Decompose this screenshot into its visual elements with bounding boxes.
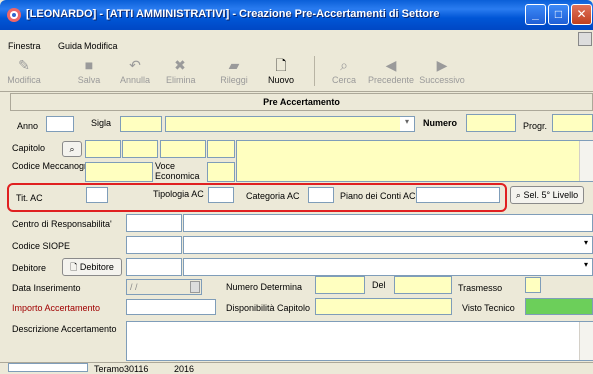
mdi-window-icon[interactable] — [578, 32, 592, 46]
status-year: 2016 — [174, 364, 195, 374]
centro-resp-label: Centro di Responsabilita' — [12, 219, 112, 229]
next-icon: ▶ — [436, 57, 448, 73]
new-document-icon: 🗋 — [275, 57, 287, 73]
status-bar — [0, 362, 593, 372]
rileggi-button[interactable]: ▰ Rileggi — [218, 55, 250, 93]
tit-ac-input[interactable] — [86, 187, 108, 203]
centro-resp-code[interactable] — [126, 214, 182, 232]
capitolo-search-button[interactable]: ⌕ — [62, 141, 82, 157]
debitore-code[interactable] — [126, 258, 182, 276]
numero-input[interactable] — [466, 114, 516, 132]
capitolo-input-2[interactable] — [122, 140, 158, 158]
vertical-scrollbar[interactable] — [579, 141, 593, 181]
modifica-button[interactable]: ✎ Modifica — [6, 55, 42, 93]
categoria-ac-input[interactable] — [308, 187, 334, 203]
cerca-button[interactable]: ⌕ Cerca — [330, 55, 358, 93]
del-input[interactable] — [394, 276, 452, 294]
disponibilita-label: Disponibilità Capitolo — [226, 303, 311, 313]
del-label: Del — [372, 280, 386, 290]
undo-icon: ↶ — [129, 57, 141, 73]
sigla-description-combo[interactable] — [165, 116, 415, 132]
capitolo-input-4[interactable] — [207, 140, 235, 158]
sigla-label: Sigla — [91, 118, 112, 128]
search-icon: ⌕ — [69, 144, 75, 154]
status-field — [8, 363, 88, 372]
debitore-combo[interactable] — [183, 258, 593, 276]
capitolo-label: Capitolo — [12, 143, 46, 153]
section-header: Pre Accertamento — [10, 93, 593, 111]
importo-input[interactable] — [126, 299, 216, 315]
maximize-button[interactable]: □ — [548, 4, 569, 25]
document-icon: 🗋 — [70, 262, 78, 272]
data-inserimento-value: / / — [130, 282, 138, 292]
precedente-button[interactable]: ◀ Precedente — [368, 55, 414, 93]
trasmesso-checkbox[interactable] — [525, 277, 541, 293]
debitore-button[interactable]: 🗋 Debitore — [62, 258, 122, 276]
codice-siope-combo[interactable] — [183, 236, 593, 254]
piano-conti-label: Piano dei Conti AC — [340, 191, 416, 201]
tipologia-ac-label: Tipologia AC — [153, 189, 204, 199]
codice-mecc-input[interactable] — [85, 162, 153, 182]
close-button[interactable]: ✕ — [571, 4, 592, 25]
codice-siope-code[interactable] — [126, 236, 182, 254]
edit-icon: ✎ — [18, 57, 30, 73]
calendar-icon[interactable] — [190, 281, 200, 293]
chevron-down-icon[interactable]: ▾ — [584, 238, 588, 247]
sel-livello-button[interactable]: ⌕ Sel. 5° Livello — [510, 186, 584, 204]
capitolo-description[interactable] — [236, 140, 593, 182]
vertical-scrollbar[interactable] — [579, 322, 593, 360]
progr-label: Progr. — [523, 121, 548, 131]
numero-label: Numero — [423, 118, 458, 128]
voce-economica-input[interactable] — [207, 162, 235, 182]
status-user: Teramo30116 — [94, 364, 149, 374]
search-icon: ⌕ — [340, 57, 348, 73]
categoria-ac-label: Categoria AC — [246, 191, 300, 201]
debitore-label: Debitore — [12, 263, 47, 273]
trasmesso-label: Trasmesso — [458, 283, 503, 293]
numero-determina-input[interactable] — [315, 276, 365, 294]
nuovo-button[interactable]: 🗋 Nuovo — [266, 55, 296, 93]
centro-resp-description[interactable] — [183, 214, 593, 232]
annulla-button[interactable]: ↶ Annulla — [118, 55, 152, 93]
minimize-button[interactable]: _ — [525, 4, 546, 25]
codice-siope-label: Codice SIOPE — [12, 241, 71, 251]
anno-label: Anno — [17, 121, 39, 131]
save-icon: ■ — [84, 57, 94, 73]
delete-icon: ✖ — [174, 57, 186, 73]
previous-icon: ◀ — [385, 57, 397, 73]
search-icon: ⌕ — [515, 190, 521, 200]
descrizione-label: Descrizione Accertamento — [12, 324, 117, 334]
data-inserimento-label: Data Inserimento — [12, 283, 81, 293]
sigla-input[interactable] — [120, 116, 162, 132]
disponibilita-input — [315, 298, 452, 315]
numero-determina-label: Numero Determina — [226, 282, 303, 292]
chevron-down-icon[interactable]: ▾ — [400, 117, 414, 131]
voce-economica-label: Voce Economica — [155, 161, 200, 181]
tit-ac-label: Tit. AC — [16, 193, 43, 203]
reload-icon: ▰ — [228, 57, 240, 73]
descrizione-textarea[interactable] — [126, 321, 593, 361]
tipologia-ac-input[interactable] — [208, 187, 234, 203]
anno-input[interactable] — [46, 116, 74, 132]
elimina-button[interactable]: ✖ Elimina — [166, 55, 196, 93]
chevron-down-icon[interactable]: ▾ — [584, 260, 588, 269]
visto-tecnico-indicator[interactable] — [525, 298, 593, 315]
progr-input[interactable] — [552, 114, 593, 132]
importo-label: Importo Accertamento — [12, 303, 101, 313]
salva-button[interactable]: ■ Salva — [76, 55, 102, 93]
toolbar-separator — [314, 56, 315, 86]
visto-tecnico-label: Visto Tecnico — [462, 303, 515, 313]
piano-conti-input[interactable] — [416, 187, 500, 203]
window-title: [LEONARDO] - [ATTI AMMINISTRATIVI] - Cre… — [26, 8, 440, 20]
app-icon — [7, 8, 21, 22]
capitolo-input-1[interactable] — [85, 140, 121, 158]
successivo-button[interactable]: ▶ Successivo — [418, 55, 466, 93]
capitolo-input-3[interactable] — [160, 140, 206, 158]
